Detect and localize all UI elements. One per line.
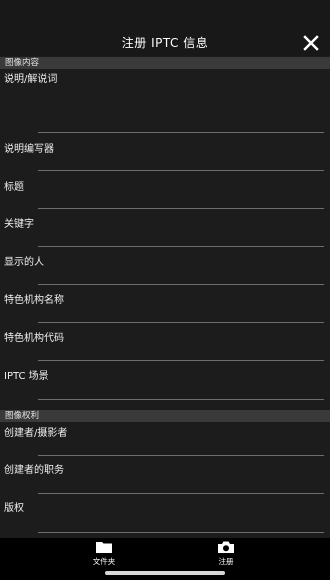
- close-button[interactable]: [302, 34, 320, 52]
- field-underline: [38, 399, 324, 400]
- field-underline: [38, 208, 324, 209]
- page-title: 注册 IPTC 信息: [121, 36, 209, 50]
- field-underline: [38, 360, 324, 361]
- field-underline: [38, 493, 324, 494]
- field-label: 显示的人: [4, 257, 44, 268]
- camera-icon: [218, 541, 234, 553]
- field-underline: [38, 170, 324, 171]
- tab-register[interactable]: 注册: [196, 540, 256, 570]
- field-underline: [38, 246, 324, 247]
- home-indicator: [105, 571, 225, 575]
- field-label: 特色机构代码: [4, 333, 64, 344]
- tab-label: 注册: [218, 557, 234, 566]
- close-icon: [303, 35, 319, 51]
- section-header-image-content: 图像内容: [0, 57, 330, 69]
- field-label: 创建者/摄影者: [4, 428, 68, 439]
- field-underline: [38, 284, 324, 285]
- field-underline: [38, 532, 324, 533]
- field-label: IPTC 场景: [4, 371, 49, 382]
- field-label: 标题: [4, 182, 24, 193]
- tab-label: 文件夹: [92, 557, 116, 566]
- field-underline: [38, 455, 324, 456]
- field-label: 特色机构名称: [4, 295, 64, 306]
- folder-icon: [96, 542, 112, 553]
- field-label: 版权: [4, 503, 24, 514]
- field-underline: [38, 132, 324, 133]
- field-label: 说明/解说词: [4, 74, 58, 85]
- tab-folder[interactable]: 文件夹: [74, 540, 134, 570]
- field-underline: [38, 322, 324, 323]
- field-label: 说明编写器: [4, 144, 54, 155]
- section-header-image-rights: 图像权利: [0, 410, 330, 422]
- field-label: 创建者的职务: [4, 465, 64, 476]
- field-label: 关键字: [4, 219, 34, 230]
